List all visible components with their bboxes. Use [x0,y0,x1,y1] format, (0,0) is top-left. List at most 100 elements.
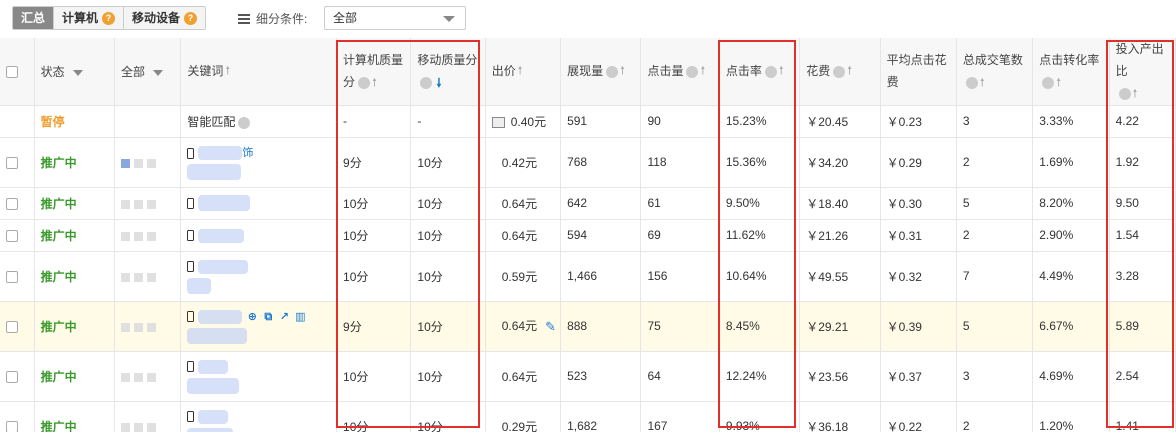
device-indicator [121,372,157,382]
avg-cpc-cell: ￥0.30 [880,187,957,220]
select-all-cell [0,38,35,106]
row-checkbox[interactable] [6,157,18,170]
filter-label-group: 细分条件: [238,10,307,27]
col-status[interactable]: 状态 [34,38,116,106]
bid-value[interactable]: 0.40元 [511,115,546,129]
view-tabs: 汇总 计算机? 移动设备? [12,6,207,30]
table-row: 推广中 饰 9分 10分 0.42元 768 118 15.36% ￥34.20… [0,137,1176,188]
tab-computer[interactable]: 计算机? [53,7,124,29]
row-checkbox[interactable] [6,198,18,211]
bid-value[interactable]: 0.29元 [502,420,537,432]
col-ctr[interactable]: 点击率 🠕 [719,38,801,106]
keyword-cell: 饰 [180,137,338,188]
row-select-cell [0,137,35,188]
keyword-redacted [198,409,229,424]
row-checkbox[interactable] [6,271,18,284]
col-pc-quality[interactable]: 计算机质量分 🠕 [336,38,412,106]
trash-icon[interactable]: ▥ [294,311,306,323]
col-label: 出价 [491,63,516,78]
impressions-cell: 888 [560,301,642,352]
col-cost[interactable]: 花费 🠕 [799,38,881,106]
sort-up-icon: 🠕 [372,76,377,89]
pencil-icon[interactable]: ✎ [545,319,556,335]
pc-quality-cell: 10分 [336,187,412,220]
bid-value[interactable]: 0.59元 [502,270,537,284]
transactions-cell: 2 [956,137,1034,188]
bid-icon[interactable] [491,117,505,129]
pc-quality-cell: 10分 [336,401,412,432]
col-device[interactable]: 全部 [114,38,182,106]
segment-select[interactable]: 全部 [324,6,466,30]
col-transactions[interactable]: 总成交笔数 🠕 [956,38,1034,106]
mobile-icon [187,147,195,159]
question-icon [686,65,699,78]
keyword-redacted [198,195,251,212]
globe-icon[interactable]: ⊕ [246,311,258,323]
tab-mobile[interactable]: 移动设备? [123,7,206,29]
filter-label: 细分条件: [256,12,308,26]
device-indicator [121,272,157,282]
help-icon[interactable]: ? [102,11,116,25]
keyword-cell [180,351,338,402]
cost-cell: ￥34.20 [799,137,881,188]
mobile-icon [187,411,195,423]
sort-up-icon: 🠕 [517,65,523,78]
col-avg-cpc[interactable]: 平均点击花费 [880,38,957,106]
status-badge: 推广中 [40,369,77,384]
bid-value[interactable]: 0.64元 [502,197,537,211]
keyword-cell: 智能匹配 [180,105,338,138]
device-cell [114,105,182,138]
table-row: 推广中 10分 10分 0.64元 523 64 12.24% ￥23.56 ￥… [0,351,1176,402]
roi-cell: 5.89 [1109,301,1176,352]
impressions-cell: 594 [560,219,642,252]
row-checkbox[interactable] [6,421,18,432]
copy-icon[interactable]: ⧉ [262,311,274,323]
conv-rate-cell: 4.69% [1032,351,1110,402]
bid-cell: 0.40元 [485,105,562,138]
row-checkbox[interactable] [6,371,18,384]
col-clicks[interactable]: 点击量 🠕 [640,38,720,106]
col-conv-rate[interactable]: 点击转化率 🠕 [1032,38,1110,106]
keyword-text[interactable]: 饰 [242,147,253,159]
ctr-cell: 15.23% [719,105,801,138]
col-roi[interactable]: 投入产出比 🠕 [1109,38,1176,106]
tab-label: 汇总 [21,11,46,25]
bid-value[interactable]: 0.64元 [502,319,537,333]
keyword-text[interactable]: 智能匹配 [187,115,235,129]
mobile-quality-cell: 10分 [410,351,486,402]
row-checkbox[interactable] [6,321,18,334]
ctr-cell: 12.24% [719,351,801,402]
mobile-quality-cell: 10分 [410,219,486,252]
clicks-cell: 118 [640,137,720,188]
question-icon [238,116,251,129]
table-row: 推广中 10分 10分 0.29元 1,682 167 9.93% ￥36.18… [0,401,1176,432]
status-cell: 推广中 [34,301,116,352]
col-impressions[interactable]: 展现量 🠕 [560,38,642,106]
sort-up-icon: 🠕 [1132,87,1138,100]
avg-cpc-cell: ￥0.32 [880,251,957,302]
row-checkbox[interactable] [6,230,18,243]
bid-value[interactable]: 0.64元 [502,229,537,243]
bid-value[interactable]: 0.42元 [502,156,537,170]
question-icon [833,65,846,78]
col-keyword[interactable]: 关键词 🠕 [180,38,338,106]
status-badge: 推广中 [40,319,77,334]
transactions-cell: 7 [956,251,1034,302]
bid-value[interactable]: 0.64元 [502,370,537,384]
row-select-cell [0,105,35,138]
ctr-cell: 9.50% [719,187,801,220]
col-bid[interactable]: 出价 🠕 [485,38,562,106]
select-all-checkbox[interactable] [6,66,18,79]
trend-icon[interactable]: ↗ [278,311,290,323]
roi-cell: 1.41 [1109,401,1176,432]
cost-cell: ￥23.56 [799,351,881,402]
toolbar: 汇总 计算机? 移动设备? 细分条件: 全部 [0,0,1176,38]
row-tools: ⊕ ⧉ ↗ ▥ [246,311,306,323]
tab-summary[interactable]: 汇总 [13,7,54,29]
status-cell: 暂停 [34,105,116,138]
bid-cell: 0.42元 [485,137,562,188]
status-cell: 推广中 [34,219,116,252]
col-mobile-quality[interactable]: 移动质量分 🠗 [410,38,486,106]
help-icon[interactable]: ? [184,11,198,25]
status-badge: 推广中 [40,155,77,170]
